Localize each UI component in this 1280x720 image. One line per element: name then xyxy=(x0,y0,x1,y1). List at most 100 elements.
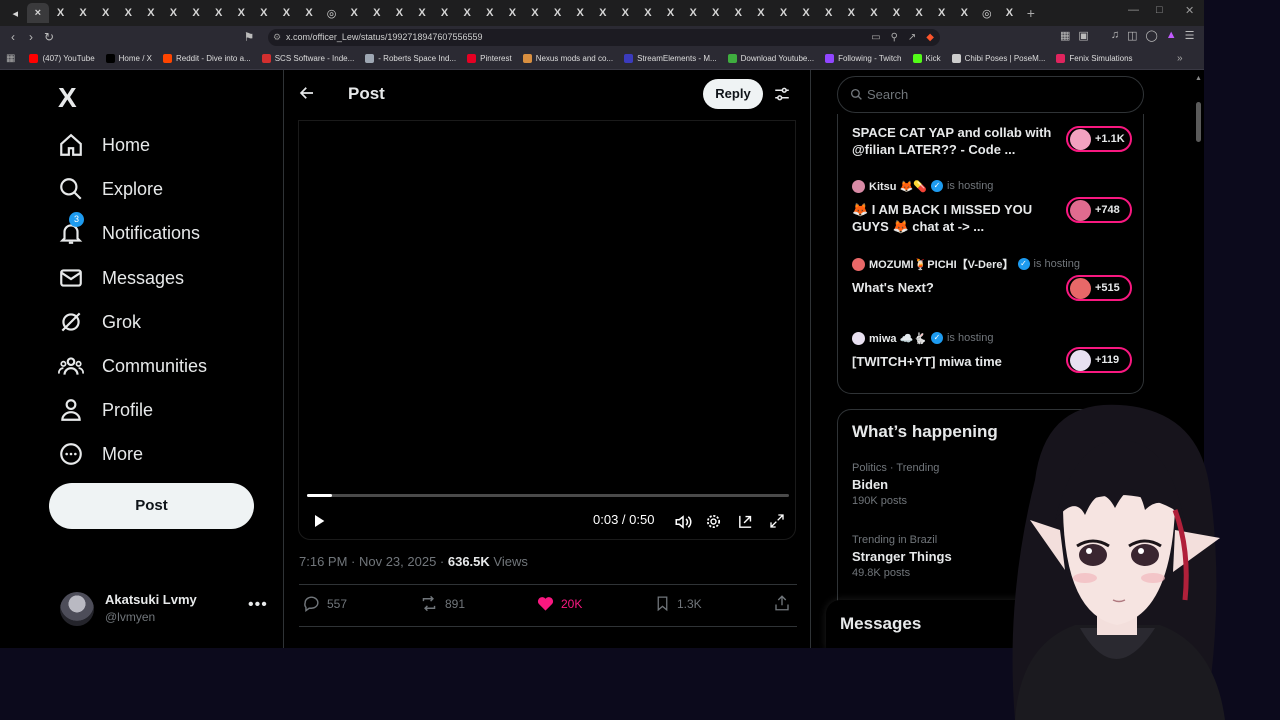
browser-tab[interactable]: X xyxy=(953,3,976,23)
browser-tab[interactable]: X xyxy=(207,3,230,23)
browser-tab[interactable]: X xyxy=(569,3,592,23)
settings-gear-icon[interactable] xyxy=(705,513,722,530)
browser-tab[interactable]: ◎ xyxy=(320,3,343,23)
reload-icon[interactable]: ↻ xyxy=(40,30,58,44)
bookmark-item[interactable]: Download Youtube... xyxy=(727,54,814,63)
browser-tab[interactable]: X xyxy=(908,3,931,23)
new-tab-button[interactable]: + xyxy=(1027,5,1035,21)
x-logo[interactable]: X xyxy=(58,82,77,114)
repost-action[interactable]: 891 xyxy=(419,594,465,613)
browser-tab[interactable]: X xyxy=(478,3,501,23)
live-listeners-pill[interactable]: +1.1K xyxy=(1066,126,1132,152)
browser-tab[interactable]: X xyxy=(501,3,524,23)
apps-grid-icon[interactable]: ▦ xyxy=(6,53,15,64)
browser-tab[interactable]: X xyxy=(162,3,185,23)
browser-tab[interactable]: X xyxy=(230,3,253,23)
play-icon[interactable] xyxy=(311,513,327,529)
video-player[interactable]: 0:03 / 0:50 xyxy=(298,120,796,540)
sidebar-toggle-icon[interactable]: ◫ xyxy=(1127,29,1137,42)
extensions-icon[interactable]: ▦ xyxy=(1060,29,1070,42)
browser-tab[interactable]: X xyxy=(49,3,72,23)
vpn-icon[interactable]: ◯ xyxy=(1145,29,1157,42)
browser-tab[interactable]: X xyxy=(275,3,298,23)
browser-tab[interactable]: X xyxy=(659,3,682,23)
browser-tab[interactable]: X xyxy=(750,3,773,23)
browser-tab[interactable]: ◂ xyxy=(4,3,27,23)
nav-grok[interactable]: Grok xyxy=(58,309,141,335)
live-listeners-pill[interactable]: +119 xyxy=(1066,347,1132,373)
maximize-button[interactable]: □ xyxy=(1156,4,1163,16)
browser-tab[interactable]: X xyxy=(117,3,140,23)
share-icon[interactable]: ↗ xyxy=(908,29,916,46)
site-info-icon[interactable]: ⚙ xyxy=(273,29,281,46)
browser-tab[interactable]: X xyxy=(863,3,886,23)
wallet-icon[interactable]: ▣ xyxy=(1078,29,1088,42)
screen-icon[interactable]: ▭ xyxy=(871,29,880,46)
live-listeners-pill[interactable]: +748 xyxy=(1066,197,1132,223)
bookmark-item[interactable]: Pinterest xyxy=(467,54,512,63)
menu-icon[interactable]: ☰ xyxy=(1185,29,1195,42)
volume-icon[interactable] xyxy=(674,513,692,531)
fullscreen-icon[interactable] xyxy=(769,513,785,529)
browser-tab[interactable]: X xyxy=(524,3,547,23)
trend-item[interactable]: Politics · Trending Biden 190K posts xyxy=(852,462,939,507)
bookmark-item[interactable]: Chibi Poses | PoseM... xyxy=(951,54,1045,63)
browser-tab[interactable]: X xyxy=(614,3,637,23)
reply-button[interactable]: Reply xyxy=(703,79,763,109)
browser-tab[interactable]: X xyxy=(885,3,908,23)
browser-tab[interactable]: X xyxy=(727,3,750,23)
bookmark-item[interactable]: SCS Software - Inde... xyxy=(261,54,354,63)
zoom-icon[interactable]: ⚲ xyxy=(891,29,898,46)
media-icon[interactable]: ♫ xyxy=(1111,29,1119,42)
browser-tab[interactable]: × xyxy=(26,3,50,23)
minimize-button[interactable]: — xyxy=(1128,4,1139,16)
browser-tab[interactable]: ◎ xyxy=(976,3,999,23)
browser-tab[interactable]: X xyxy=(795,3,818,23)
browser-tab[interactable]: X xyxy=(366,3,389,23)
leo-icon[interactable]: ▲ xyxy=(1166,29,1177,42)
scroll-up-icon[interactable]: ▲ xyxy=(1195,75,1202,82)
scrollbar-thumb[interactable] xyxy=(1196,102,1201,142)
bookmark-item[interactable]: Following - Twitch xyxy=(825,54,902,63)
share-action[interactable] xyxy=(773,594,791,612)
browser-tab[interactable]: X xyxy=(185,3,208,23)
nav-communities[interactable]: Communities xyxy=(58,353,207,379)
bookmark-item[interactable]: Home / X xyxy=(105,54,152,63)
bookmark-item[interactable]: Nexus mods and co... xyxy=(522,54,613,63)
bookmark-item[interactable]: Fenix Simulations xyxy=(1056,54,1133,63)
search-input[interactable]: Search xyxy=(837,76,1144,113)
browser-tab[interactable]: X xyxy=(72,3,95,23)
browser-tab[interactable]: X xyxy=(298,3,321,23)
trend-item[interactable]: Trending in Brazil Stranger Things 49.8K… xyxy=(852,534,952,579)
browser-tab[interactable]: X xyxy=(456,3,479,23)
account-switcher[interactable]: Akatsuki Lvmy @lvmyen ••• xyxy=(60,590,270,630)
more-bookmarks-icon[interactable]: » xyxy=(1177,53,1183,64)
stream-item[interactable]: Kitsu 🦊💊 ✓ is hosting 🦊 I AM BACK I MISS… xyxy=(852,178,1132,235)
browser-tab[interactable]: X xyxy=(772,3,795,23)
nav-notifications[interactable]: 3 Notifications xyxy=(58,212,200,246)
post-button[interactable]: Post xyxy=(49,483,254,529)
browser-tab[interactable]: X xyxy=(930,3,953,23)
browser-tab[interactable]: X xyxy=(94,3,117,23)
bookmark-item[interactable]: Reddit - Dive into a... xyxy=(163,54,251,63)
reply-action[interactable]: 557 xyxy=(302,594,347,613)
back-nav-icon[interactable]: ‹ xyxy=(4,30,22,44)
nav-messages[interactable]: Messages xyxy=(58,265,184,291)
back-arrow-icon[interactable] xyxy=(298,84,316,102)
brave-shield-icon[interactable]: ◆ xyxy=(926,29,934,46)
nav-profile[interactable]: Profile xyxy=(58,397,153,423)
close-window-button[interactable]: ✕ xyxy=(1185,4,1194,17)
browser-tab[interactable]: X xyxy=(343,3,366,23)
bookmark-item[interactable]: StreamElements - M... xyxy=(624,54,717,63)
nav-explore[interactable]: Explore xyxy=(58,176,163,202)
browser-tab[interactable]: X xyxy=(998,3,1021,23)
browser-tab[interactable]: X xyxy=(591,3,614,23)
video-progress-bar[interactable] xyxy=(307,494,789,497)
stream-item[interactable]: MOZUMI🍹PICHI【V-Dere】 ✓ is hosting What's… xyxy=(852,256,1132,301)
nav-more[interactable]: More xyxy=(58,441,143,467)
browser-tab[interactable]: X xyxy=(704,3,727,23)
live-listeners-pill[interactable]: +515 xyxy=(1066,275,1132,301)
browser-tab[interactable]: X xyxy=(817,3,840,23)
like-action[interactable]: 20K xyxy=(536,594,582,613)
bookmark-page-icon[interactable]: ⚑ xyxy=(240,30,258,44)
